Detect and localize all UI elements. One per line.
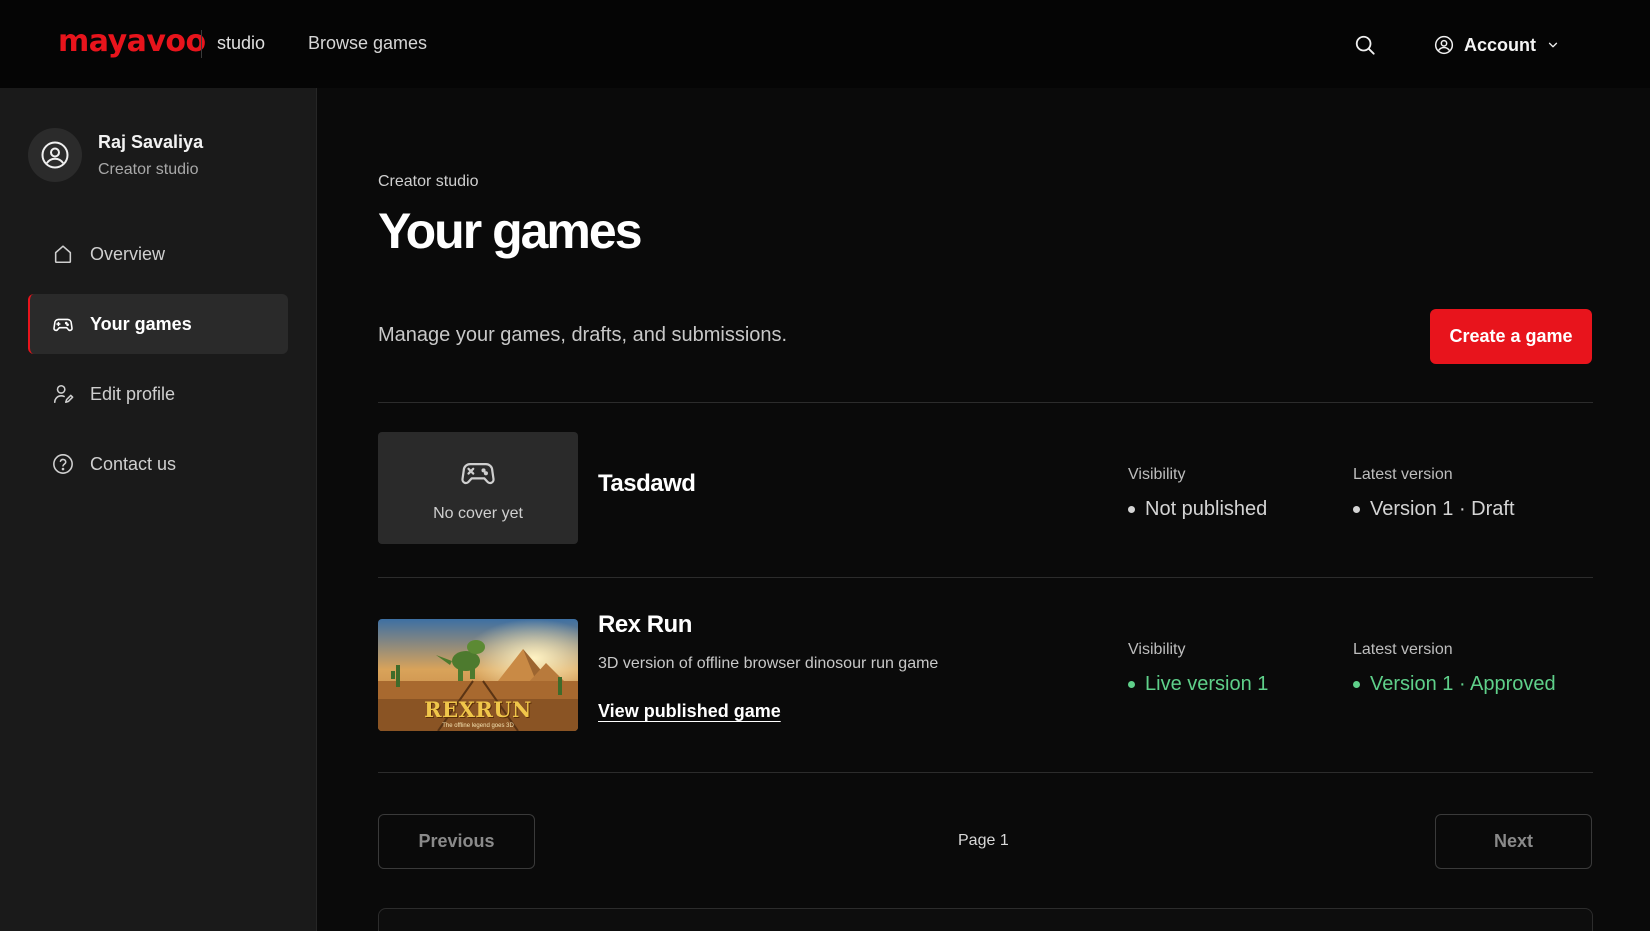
divider: [378, 577, 1593, 578]
latest-version-status: Version 1 · Approved: [1353, 673, 1556, 696]
visibility-label: Visibility: [1128, 466, 1186, 483]
game-row: REXRUN The offline legend goes 3D Rex Ru…: [378, 607, 1593, 743]
sidebar-item-your-games[interactable]: Your games: [28, 294, 288, 354]
status-dot: [1353, 506, 1360, 513]
game-cover-placeholder[interactable]: No cover yet: [378, 432, 578, 544]
chevron-down-icon: [1548, 42, 1558, 48]
view-published-game-link[interactable]: View published game: [598, 701, 781, 722]
cover-placeholder-text: No cover yet: [433, 505, 523, 522]
browse-games-link[interactable]: Browse games: [308, 33, 427, 54]
avatar: [28, 128, 82, 182]
status-dot: [1128, 681, 1135, 688]
account-menu-button[interactable]: Account: [1434, 30, 1560, 60]
search-button[interactable]: [1352, 32, 1378, 58]
divider: [378, 772, 1593, 773]
latest-version-value: Version 1 · Approved: [1370, 673, 1556, 695]
cover-title-text: REXRUN: [424, 697, 532, 722]
page-indicator: Page 1: [958, 832, 1009, 849]
sidebar: Raj Savaliya Creator studio Overview You…: [0, 88, 317, 931]
cover-tagline-text: The offline legend goes 3D: [442, 723, 514, 729]
game-description: 3D version of offline browser dinosour r…: [598, 655, 939, 672]
gamepad-x-icon: [461, 462, 495, 485]
sidebar-item-edit-profile[interactable]: Edit profile: [28, 364, 288, 424]
latest-version-label: Latest version: [1353, 466, 1453, 483]
latest-version-value: Version 1 · Draft: [1370, 498, 1515, 520]
status-dot: [1128, 506, 1135, 513]
game-title[interactable]: Rex Run: [598, 611, 692, 639]
page-subtitle: Manage your games, drafts, and submissio…: [378, 324, 788, 346]
game-title[interactable]: Tasdawd: [598, 470, 696, 498]
top-navbar: mayavoo studio Browse games Account: [0, 0, 1650, 88]
sidebar-item-overview[interactable]: Overview: [28, 224, 288, 284]
sidebar-item-label: Contact us: [90, 453, 177, 474]
home-icon: [54, 245, 72, 264]
visibility-label: Visibility: [1128, 641, 1186, 658]
profile-subtitle: Creator studio: [98, 160, 199, 178]
sidebar-item-label: Your games: [90, 313, 192, 334]
sidebar-nav: Overview Your games Edit profile Contact…: [28, 224, 288, 504]
logo-divider: [201, 30, 202, 58]
bottom-panel: [378, 908, 1593, 931]
game-cover-image[interactable]: REXRUN The offline legend goes 3D: [378, 619, 578, 731]
gamepad-icon: [53, 318, 73, 332]
visibility-status: Live version 1: [1128, 673, 1268, 696]
sidebar-item-label: Edit profile: [90, 383, 176, 404]
page-eyebrow: Creator studio: [378, 173, 479, 190]
profile-summary: Raj Savaliya Creator studio: [28, 128, 203, 182]
user-circle-icon: [41, 141, 69, 169]
brand-studio-label: studio: [217, 33, 266, 53]
sidebar-item-label: Overview: [90, 243, 166, 264]
previous-page-button[interactable]: Previous: [378, 814, 535, 869]
status-dot: [1353, 681, 1360, 688]
user-circle-icon: [1434, 35, 1454, 55]
page-title: Your games: [378, 203, 642, 259]
profile-name: Raj Savaliya: [98, 131, 204, 152]
game-row: No cover yet Tasdawd Visibility Not publ…: [378, 432, 1593, 544]
sidebar-item-contact-us[interactable]: Contact us: [28, 434, 288, 494]
create-game-button[interactable]: Create a game: [1430, 309, 1592, 364]
visibility-value: Not published: [1145, 498, 1268, 520]
visibility-value: Live version 1: [1145, 673, 1269, 695]
latest-version-status: Version 1 · Draft: [1353, 498, 1515, 521]
divider: [378, 402, 1593, 403]
latest-version-label: Latest version: [1353, 641, 1453, 658]
visibility-status: Not published: [1128, 498, 1267, 521]
next-page-button[interactable]: Next: [1435, 814, 1592, 869]
user-edit-icon: [53, 384, 74, 404]
account-label: Account: [1464, 34, 1536, 55]
help-circle-icon: [53, 454, 73, 474]
brand-logo[interactable]: mayavoo: [58, 24, 206, 59]
search-icon: [1355, 35, 1375, 55]
